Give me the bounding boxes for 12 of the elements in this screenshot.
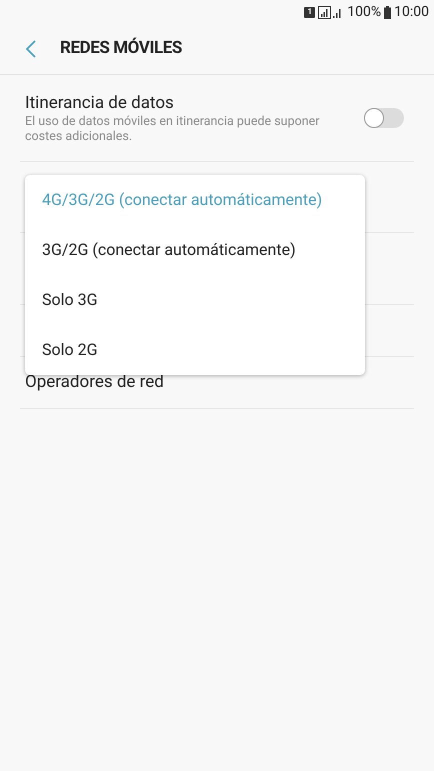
roaming-toggle[interactable]	[364, 108, 404, 128]
battery-percent: 100%	[347, 2, 382, 22]
sim-badge: 1	[304, 6, 316, 18]
setting-title: Itinerancia de datos	[25, 92, 175, 114]
setting-description: El uso de datos móviles en itinerancia puede suponer costes adicionales.	[25, 114, 320, 144]
back-icon	[26, 40, 36, 58]
menu-option[interactable]: Solo 3G	[25, 275, 365, 325]
clock: 10:00	[394, 2, 429, 22]
menu-option[interactable]: 3G/2G (conectar automáticamente)	[25, 225, 365, 275]
menu-option[interactable]: Solo 2G	[25, 325, 365, 375]
battery-icon	[384, 6, 392, 18]
page-title: REDES MÓVILES	[60, 36, 182, 60]
